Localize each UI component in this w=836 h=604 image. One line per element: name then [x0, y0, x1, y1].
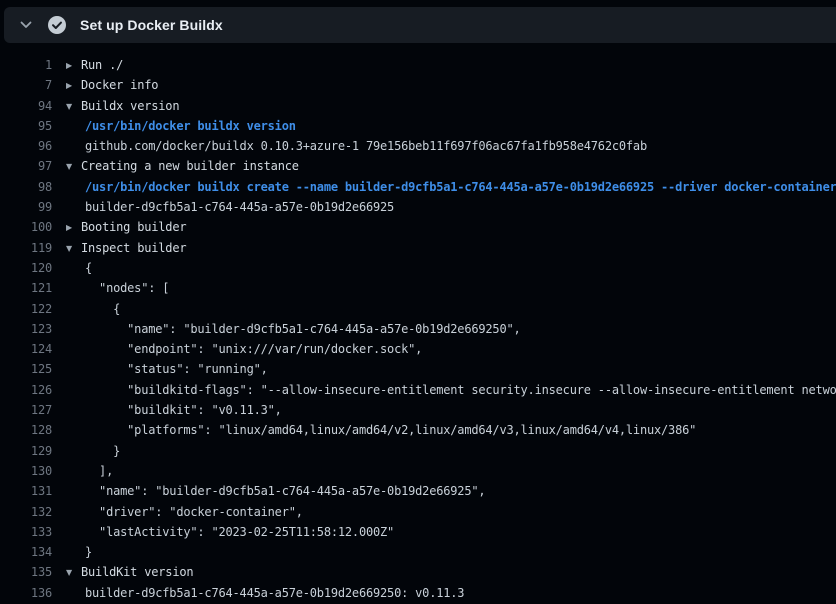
- line-number[interactable]: 121: [0, 278, 52, 298]
- log-group-toggle[interactable]: ▼Creating a new builder instance: [66, 156, 836, 177]
- group-toggle-icon: ▼: [66, 97, 81, 117]
- log-text: "lastActivity": "2023-02-25T11:58:12.000…: [66, 522, 836, 542]
- line-number[interactable]: 122: [0, 299, 52, 319]
- log-row: 128 "platforms": "linux/amd64,linux/amd6…: [0, 420, 836, 440]
- line-number[interactable]: 120: [0, 258, 52, 278]
- log-row: 95 /usr/bin/docker buildx version: [0, 116, 836, 136]
- log-row: 120 {: [0, 258, 836, 278]
- line-number[interactable]: 99: [0, 197, 52, 217]
- log-row: 129 }: [0, 441, 836, 461]
- log-group-toggle[interactable]: ▶Docker info: [66, 75, 836, 96]
- line-number[interactable]: 94: [0, 96, 52, 116]
- line-number[interactable]: 130: [0, 461, 52, 481]
- log-row: 94 ▼Buildx version: [0, 96, 836, 116]
- log-group-toggle[interactable]: ▼Buildx version: [66, 96, 836, 117]
- line-number[interactable]: 128: [0, 420, 52, 440]
- log-row: 125 "status": "running",: [0, 359, 836, 379]
- log-row: 119 ▼Inspect builder: [0, 238, 836, 258]
- line-number[interactable]: 7: [0, 75, 52, 95]
- line-number[interactable]: 129: [0, 441, 52, 461]
- log-text: /usr/bin/docker buildx version: [66, 116, 836, 136]
- chevron-down-icon[interactable]: [18, 17, 34, 33]
- line-number[interactable]: 136: [0, 583, 52, 603]
- log-text: ],: [66, 461, 836, 481]
- group-toggle-icon: ▼: [66, 239, 81, 259]
- log-text: {: [66, 299, 836, 319]
- log-row: 1 ▶Run ./: [0, 55, 836, 75]
- log-lines: 1 ▶Run ./ 7 ▶Docker info 94 ▼Buildx vers…: [0, 43, 836, 603]
- group-toggle-icon: ▼: [66, 157, 81, 177]
- log-group-toggle[interactable]: ▶Run ./: [66, 55, 836, 76]
- log-row: 7 ▶Docker info: [0, 75, 836, 95]
- log-row: 96 github.com/docker/buildx 0.10.3+azure…: [0, 136, 836, 156]
- log-group-toggle[interactable]: ▼BuildKit version: [66, 562, 836, 583]
- line-number[interactable]: 126: [0, 380, 52, 400]
- log-text: builder-d9cfb5a1-c764-445a-a57e-0b19d2e6…: [66, 583, 836, 603]
- log-text: "status": "running",: [66, 359, 836, 379]
- group-toggle-icon: ▶: [66, 56, 81, 76]
- line-number[interactable]: 96: [0, 136, 52, 156]
- log-text: "nodes": [: [66, 278, 836, 298]
- line-number[interactable]: 134: [0, 542, 52, 562]
- log-row: 136 builder-d9cfb5a1-c764-445a-a57e-0b19…: [0, 583, 836, 603]
- log-text: builder-d9cfb5a1-c764-445a-a57e-0b19d2e6…: [66, 197, 836, 217]
- log-row: 134 }: [0, 542, 836, 562]
- log-text: }: [66, 441, 836, 461]
- line-number[interactable]: 132: [0, 502, 52, 522]
- log-group-toggle[interactable]: ▼Inspect builder: [66, 238, 836, 259]
- step-title: Set up Docker Buildx: [80, 17, 223, 33]
- log-text: {: [66, 258, 836, 278]
- log-row: 131 "name": "builder-d9cfb5a1-c764-445a-…: [0, 481, 836, 501]
- line-number[interactable]: 100: [0, 217, 52, 237]
- log-text: "buildkit": "v0.11.3",: [66, 400, 836, 420]
- line-number[interactable]: 123: [0, 319, 52, 339]
- line-number[interactable]: 133: [0, 522, 52, 542]
- log-row: 123 "name": "builder-d9cfb5a1-c764-445a-…: [0, 319, 836, 339]
- line-number[interactable]: 135: [0, 562, 52, 582]
- line-number[interactable]: 124: [0, 339, 52, 359]
- log-row: 135 ▼BuildKit version: [0, 562, 836, 582]
- line-number[interactable]: 125: [0, 359, 52, 379]
- log-row: 100 ▶Booting builder: [0, 217, 836, 237]
- log-row: 121 "nodes": [: [0, 278, 836, 298]
- log-row: 130 ],: [0, 461, 836, 481]
- log-text: "driver": "docker-container",: [66, 502, 836, 522]
- log-text: "buildkitd-flags": "--allow-insecure-ent…: [66, 380, 836, 400]
- log-row: 99 builder-d9cfb5a1-c764-445a-a57e-0b19d…: [0, 197, 836, 217]
- log-text: }: [66, 542, 836, 562]
- line-number[interactable]: 127: [0, 400, 52, 420]
- log-row: 98 /usr/bin/docker buildx create --name …: [0, 177, 836, 197]
- line-number[interactable]: 119: [0, 238, 52, 258]
- log-text: "endpoint": "unix:///var/run/docker.sock…: [66, 339, 836, 359]
- log-text: /usr/bin/docker buildx create --name bui…: [66, 177, 836, 197]
- log-text: "platforms": "linux/amd64,linux/amd64/v2…: [66, 420, 836, 440]
- log-row: 122 {: [0, 299, 836, 319]
- step-header[interactable]: Set up Docker Buildx: [4, 7, 836, 43]
- log-row: 132 "driver": "docker-container",: [0, 502, 836, 522]
- line-number[interactable]: 1: [0, 55, 52, 75]
- line-number[interactable]: 98: [0, 177, 52, 197]
- log-text: "name": "builder-d9cfb5a1-c764-445a-a57e…: [66, 319, 836, 339]
- check-circle-icon: [47, 15, 67, 35]
- log-row: 133 "lastActivity": "2023-02-25T11:58:12…: [0, 522, 836, 542]
- log-row: 97 ▼Creating a new builder instance: [0, 156, 836, 176]
- log-row: 126 "buildkitd-flags": "--allow-insecure…: [0, 380, 836, 400]
- log-row: 127 "buildkit": "v0.11.3",: [0, 400, 836, 420]
- group-toggle-icon: ▼: [66, 563, 81, 583]
- line-number[interactable]: 97: [0, 156, 52, 176]
- log-group-toggle[interactable]: ▶Booting builder: [66, 217, 836, 238]
- log-row: 124 "endpoint": "unix:///var/run/docker.…: [0, 339, 836, 359]
- log-text: github.com/docker/buildx 0.10.3+azure-1 …: [66, 136, 836, 156]
- log-text: "name": "builder-d9cfb5a1-c764-445a-a57e…: [66, 481, 836, 501]
- group-toggle-icon: ▶: [66, 76, 81, 96]
- line-number[interactable]: 131: [0, 481, 52, 501]
- group-toggle-icon: ▶: [66, 218, 81, 238]
- line-number[interactable]: 95: [0, 116, 52, 136]
